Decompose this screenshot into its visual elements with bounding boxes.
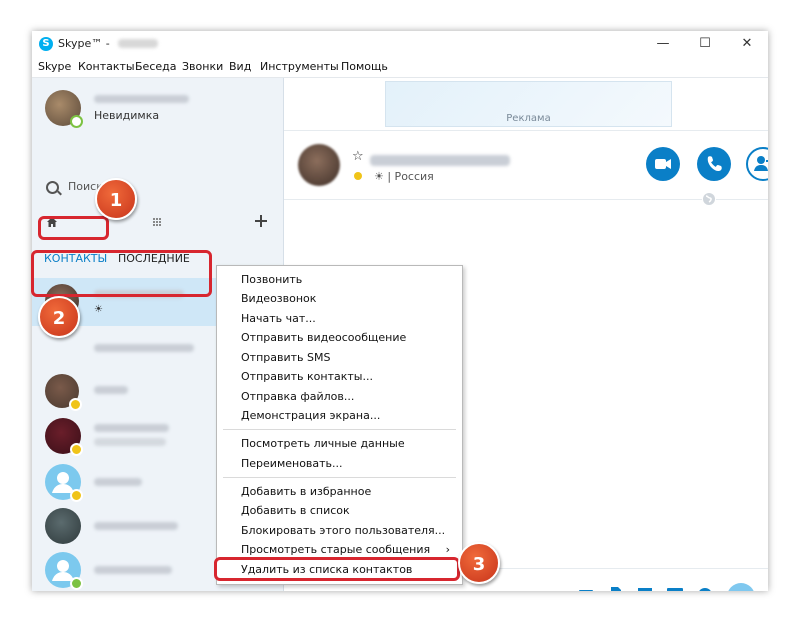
title-bar: S Skype™ - — ☐ ✕ (32, 31, 768, 57)
menu-item-view-old-messages-label: Просмотреть старые сообщения (241, 543, 431, 556)
window-title-username (118, 39, 158, 48)
audio-call-button[interactable] (697, 147, 731, 181)
menu-item-send-files[interactable]: Отправка файлов... (217, 387, 462, 406)
contact-name (94, 386, 128, 394)
contact-mood: ☀ (94, 304, 103, 315)
globe-icon[interactable] (702, 192, 716, 206)
menu-item-send-sms[interactable]: Отправить SMS (217, 348, 462, 367)
favorite-star-icon[interactable]: ☆ (352, 149, 364, 164)
away-status-icon (354, 172, 362, 180)
add-contact-icon (754, 156, 768, 171)
menu-tools[interactable]: Инструменты (260, 60, 339, 73)
menu-item-rename[interactable]: Переименовать... (217, 454, 462, 473)
ad-label: Реклама (506, 113, 551, 124)
contact-name (94, 344, 194, 352)
menu-skype[interactable]: Skype (38, 60, 71, 73)
send-video-icon[interactable] (578, 587, 594, 591)
contact-avatar (45, 508, 81, 544)
profile-name (94, 95, 189, 103)
emoticon-icon[interactable] (697, 587, 713, 591)
plus-icon[interactable] (255, 215, 267, 227)
menu-item-start-chat[interactable]: Начать чат... (217, 309, 462, 328)
step-badge-1: 1 (95, 178, 137, 220)
video-call-icon (655, 159, 671, 169)
contact-name (94, 424, 169, 432)
menu-contacts[interactable]: Контакты (78, 60, 135, 73)
step-badge-3: 3 (458, 542, 500, 584)
ad-banner[interactable]: Реклама (385, 81, 672, 127)
send-button[interactable] (727, 583, 755, 591)
contact-name (94, 478, 142, 486)
menu-view[interactable]: Вид (229, 60, 251, 73)
menu-separator (223, 477, 456, 478)
highlight-remove-contact (214, 557, 460, 581)
dialpad-icon[interactable] (152, 217, 162, 227)
window-title: Skype™ - (58, 37, 110, 50)
invisible-status-icon (70, 115, 83, 128)
maximize-button[interactable]: ☐ (686, 32, 724, 56)
send-icon (727, 583, 755, 591)
minimize-button[interactable]: — (644, 32, 682, 56)
audio-call-icon (707, 156, 722, 172)
contact-context-menu: Позвонить Видеозвонок Начать чат... Отпр… (216, 265, 463, 585)
menu-item-screen-share[interactable]: Демонстрация экрана... (217, 406, 462, 425)
divider (284, 130, 768, 131)
menu-item-send-video-message[interactable]: Отправить видеосообщение (217, 328, 462, 347)
menu-item-call[interactable]: Позвонить (217, 270, 462, 289)
send-contacts-icon[interactable] (667, 587, 683, 591)
divider (284, 199, 768, 200)
menu-item-view-profile[interactable]: Посмотреть личные данные (217, 434, 462, 453)
contact-mood-text (94, 438, 166, 446)
close-button[interactable]: ✕ (728, 32, 766, 56)
skype-logo-icon: S (39, 37, 53, 51)
menu-item-video-call[interactable]: Видеозвонок (217, 289, 462, 308)
menu-item-add-to-list[interactable]: Добавить в список (217, 501, 462, 520)
chat-contact-location: ☀ | Россия (374, 170, 434, 183)
menu-conversation[interactable]: Беседа (135, 60, 176, 73)
menu-help[interactable]: Помощь (341, 60, 388, 73)
add-contact-button[interactable] (746, 147, 768, 181)
chat-contact-name (370, 155, 510, 166)
menu-bar: Skype Контакты Беседа Звонки Вид Инструм… (32, 57, 768, 78)
menu-calls[interactable]: Звонки (182, 60, 223, 73)
menu-item-send-contacts[interactable]: Отправить контакты... (217, 367, 462, 386)
profile-status[interactable]: Невидимка (94, 109, 159, 122)
chat-contact-avatar[interactable] (298, 144, 340, 186)
step-badge-2: 2 (38, 296, 80, 338)
highlight-contacts-tab (38, 216, 109, 240)
send-file-icon[interactable] (608, 587, 624, 591)
video-message-icon[interactable] (637, 587, 653, 591)
away-status-icon (70, 489, 83, 502)
contact-name (94, 566, 172, 574)
menu-item-add-favorites[interactable]: Добавить в избранное (217, 482, 462, 501)
online-status-icon (70, 577, 83, 590)
away-status-icon (70, 443, 83, 456)
contact-name (94, 522, 178, 530)
highlight-selected-contact (31, 250, 212, 297)
search-icon (46, 181, 59, 194)
menu-item-block-user[interactable]: Блокировать этого пользователя... (217, 521, 462, 540)
menu-separator (223, 429, 456, 430)
away-status-icon (69, 398, 82, 411)
video-call-button[interactable] (646, 147, 680, 181)
